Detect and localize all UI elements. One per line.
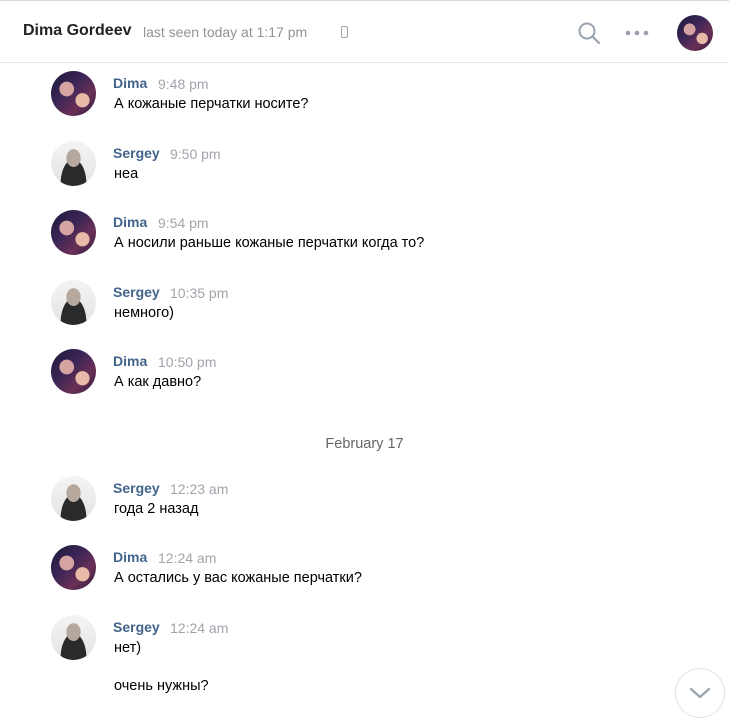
last-seen-status: last seen today at 1:17 pm [143, 24, 308, 40]
message-author[interactable]: Dima [113, 214, 147, 230]
message-time[interactable]: 10:35 pm [170, 285, 228, 301]
message-text: очень нужны? [114, 678, 209, 694]
message-author[interactable]: Dima [113, 75, 147, 91]
message-time[interactable]: 9:48 pm [158, 76, 209, 92]
date-separator: February 17 [325, 436, 404, 452]
message-text: А остались у вас кожаные перчатки? [114, 570, 362, 586]
message-text: А как давно? [114, 374, 202, 390]
avatar[interactable] [51, 476, 96, 521]
message-author[interactable]: Sergey [113, 480, 160, 496]
message-time[interactable]: 12:24 am [170, 620, 228, 636]
message-time[interactable]: 12:24 am [158, 550, 216, 566]
avatar[interactable] [51, 349, 96, 394]
avatar[interactable] [51, 71, 96, 116]
message-time[interactable]: 10:50 pm [158, 354, 216, 370]
scroll-down-button[interactable] [675, 668, 725, 718]
avatar[interactable] [51, 545, 96, 590]
chat-title[interactable]: Dima Gordeev [23, 22, 131, 40]
avatar[interactable] [51, 141, 96, 186]
message-author[interactable]: Sergey [113, 619, 160, 635]
message-author[interactable]: Dima [113, 549, 147, 565]
message-text: неа [114, 166, 139, 182]
chat-header: Dima Gordeev last seen today at 1:17 pm [0, 0, 729, 63]
avatar[interactable] [51, 280, 96, 325]
more-icon[interactable] [623, 21, 651, 45]
message-author[interactable]: Dima [113, 353, 147, 369]
message-text: года 2 назад [114, 501, 199, 517]
message-text: нет) [114, 640, 142, 656]
message-text: А носили раньше кожаные перчатки когда т… [114, 235, 425, 251]
message-time[interactable]: 9:54 pm [158, 215, 209, 231]
chevron-down-icon [689, 687, 711, 699]
message-text: немного) [114, 305, 174, 321]
message-author[interactable]: Sergey [113, 145, 160, 161]
message-author[interactable]: Sergey [113, 284, 160, 300]
message-time[interactable]: 12:23 am [170, 481, 228, 497]
mobile-phone-icon [341, 26, 348, 38]
message-time[interactable]: 9:50 pm [170, 146, 221, 162]
avatar[interactable] [51, 615, 96, 660]
search-icon[interactable] [577, 21, 601, 45]
message-text: А кожаные перчатки носите? [114, 96, 309, 112]
avatar[interactable] [51, 210, 96, 255]
chat-avatar[interactable] [677, 15, 713, 51]
